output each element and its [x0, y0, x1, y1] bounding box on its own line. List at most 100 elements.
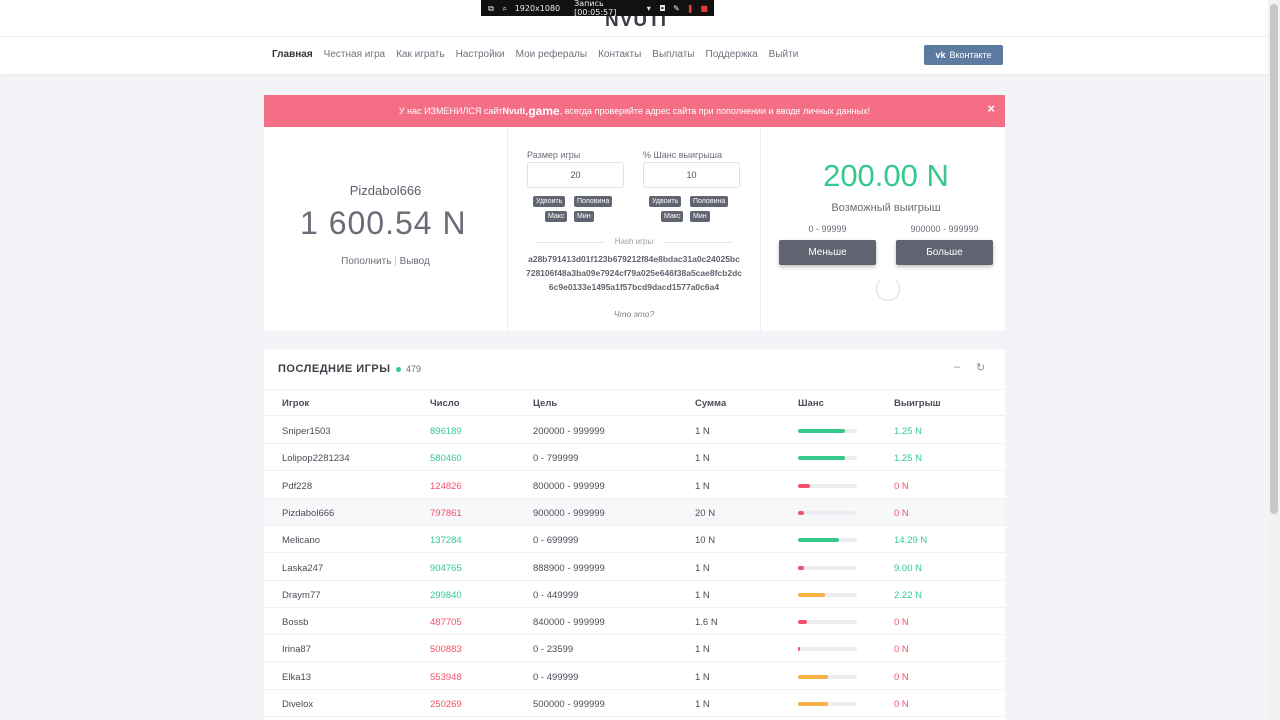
- nav-item-logout[interactable]: Выйти: [769, 49, 799, 60]
- table-row[interactable]: Elka13 553948 0 - 499999 1 N 0 N: [264, 663, 1005, 690]
- cell-number: 487705: [430, 617, 462, 629]
- chance-double-button[interactable]: Удвоить: [649, 196, 682, 207]
- col-player: Игрок: [282, 398, 310, 409]
- table-row[interactable]: Melicano 137284 0 - 699999 10 N 14.29 N: [264, 526, 1005, 554]
- col-target: Цель: [533, 398, 558, 409]
- table-row[interactable]: Lolipop2281234 580460 0 - 799999 1 N 1.25 N: [264, 444, 1005, 472]
- loading-spinner-icon: [876, 277, 900, 301]
- cell-win: 2.22 N: [894, 589, 922, 601]
- vk-icon: vk: [935, 50, 946, 60]
- nav-item-contacts[interactable]: Контакты: [598, 49, 641, 60]
- chance-min-button[interactable]: Мин: [690, 211, 710, 222]
- chance-label: % Шанс выигрыша: [643, 150, 722, 160]
- cell-sum: 1.6 N: [695, 617, 718, 629]
- recorder-resolution: 1920x1080: [514, 3, 561, 13]
- table-row[interactable]: Pdf228 124826 800000 - 999999 1 N 0 N: [264, 472, 1005, 499]
- more-button[interactable]: Больше: [896, 240, 993, 265]
- deposit-link[interactable]: Пополнить: [341, 256, 391, 267]
- cell-win: 0 N: [894, 480, 909, 492]
- chance-bar-fill: [798, 674, 828, 679]
- cell-sum: 1 N: [695, 562, 710, 574]
- chance-bar: [798, 565, 857, 570]
- table-row[interactable]: Irina87 500883 0 - 23599 1 N 0 N: [264, 635, 1005, 663]
- cell-sum: 1 N: [695, 589, 710, 601]
- chance-bar-fill: [798, 647, 800, 652]
- what-is-it-link[interactable]: Что это?: [526, 309, 742, 319]
- chance-bar: [798, 456, 857, 461]
- chance-bar-fill: [798, 456, 846, 461]
- chance-input[interactable]: 10: [643, 162, 740, 188]
- dropdown-icon[interactable]: ▾: [645, 4, 653, 13]
- cell-win: 14.29 N: [894, 535, 928, 547]
- nav-item-settings[interactable]: Настройки: [456, 49, 505, 60]
- nav-item-support[interactable]: Поддержка: [706, 49, 758, 60]
- size-half-button[interactable]: Половина: [574, 196, 613, 207]
- separator: |: [394, 256, 397, 267]
- scrollbar-thumb[interactable]: [1270, 4, 1278, 514]
- cell-sum: 1 N: [695, 426, 710, 437]
- chance-half-button[interactable]: Половина: [690, 196, 729, 207]
- cell-sum: 20 N: [695, 507, 716, 519]
- cell-sum: 1 N: [695, 644, 710, 656]
- alert-site-domain: .game: [525, 104, 560, 118]
- minus-icon[interactable]: –: [954, 361, 960, 373]
- pause-icon[interactable]: ❚: [686, 4, 694, 13]
- camera-icon[interactable]: ◘: [659, 4, 667, 13]
- cell-target: 888900 - 999999: [533, 562, 605, 574]
- nav-item-how-to-play[interactable]: Как играть: [396, 49, 444, 60]
- chance-max-button[interactable]: Макс: [661, 211, 684, 222]
- table-row[interactable]: Draym77 299840 0 - 449999 1 N 2.22 N: [264, 581, 1005, 608]
- last-games-title: ПОСЛЕДНИЕ ИГРЫ: [278, 363, 391, 375]
- search-icon[interactable]: ⌕: [501, 4, 509, 13]
- table-row[interactable]: Divelox 250269 500000 - 999999 1 N 0 N: [264, 690, 1005, 717]
- col-win: Выигрыш: [894, 398, 941, 409]
- nav-item-referrals[interactable]: Мои рефералы: [516, 49, 587, 60]
- table-header: Игрок Число Цель Сумма Шанс Выигрыш: [264, 389, 1005, 416]
- game-hash: a28b791413d01f123b679212f84e8bdac31a0c24…: [526, 254, 742, 292]
- cell-number: 250269: [430, 699, 462, 710]
- chance-bar: [798, 538, 857, 543]
- cell-player: Divelox: [282, 699, 314, 710]
- cell-win: 0 N: [894, 507, 909, 519]
- nav-item-payouts[interactable]: Выплаты: [652, 49, 694, 60]
- bet-size-label: Размер игры: [527, 150, 581, 160]
- cell-win: 0 N: [894, 699, 909, 710]
- close-icon[interactable]: ×: [987, 101, 995, 116]
- cell-target: 840000 - 999999: [533, 617, 605, 629]
- table-row[interactable]: Sniper1503 896189 200000 - 999999 1 N 1.25 N: [264, 417, 1005, 444]
- cell-number: 299840: [430, 589, 462, 601]
- cell-target: 0 - 499999: [533, 671, 579, 683]
- cell-number: 124826: [430, 480, 462, 492]
- cell-number: 137284: [430, 535, 462, 547]
- cell-number: 553948: [430, 671, 462, 683]
- hash-label: Hash игры: [536, 237, 732, 246]
- nav-item-fair-game[interactable]: Честная игра: [324, 49, 385, 60]
- range-high: 900000 - 999999: [910, 224, 979, 234]
- pen-icon[interactable]: ✎: [673, 4, 681, 13]
- vk-button[interactable]: vk Вконтакте: [924, 45, 1003, 65]
- main-navbar: Главная Честная игра Как играть Настройк…: [0, 37, 1268, 74]
- cell-win: 9.00 N: [894, 562, 922, 574]
- less-button[interactable]: Меньше: [779, 240, 876, 265]
- table-row[interactable]: Pizdabol666 797861 900000 - 999999 20 N 0 N: [264, 498, 1005, 526]
- size-max-button[interactable]: Макс: [545, 211, 568, 222]
- nav-item-home[interactable]: Главная: [272, 49, 313, 60]
- window-icon[interactable]: ⧉: [487, 4, 495, 13]
- page-scrollbar[interactable]: [1268, 0, 1280, 720]
- cell-player: Elka13: [282, 671, 312, 683]
- table-row[interactable]: Bossb 487705 840000 - 999999 1.6 N 0 N: [264, 608, 1005, 636]
- size-double-button[interactable]: Удвоить: [533, 196, 566, 207]
- refresh-icon[interactable]: ↻: [976, 361, 985, 374]
- size-min-button[interactable]: Мин: [574, 211, 594, 222]
- cell-player: Irina87: [282, 644, 312, 656]
- cell-win: 1.25 N: [894, 453, 922, 465]
- chance-bar: [798, 510, 857, 515]
- stop-icon[interactable]: ■: [700, 4, 708, 13]
- chance-bar: [798, 647, 857, 652]
- table-row[interactable]: Laska247 904765 888900 - 999999 1 N 9.00 N: [264, 554, 1005, 581]
- cell-player: Lolipop2281234: [282, 453, 350, 465]
- col-sum: Сумма: [695, 398, 727, 409]
- bet-size-input[interactable]: 20: [527, 162, 624, 188]
- withdraw-link[interactable]: Вывод: [400, 256, 430, 267]
- cell-win: 0 N: [894, 617, 909, 629]
